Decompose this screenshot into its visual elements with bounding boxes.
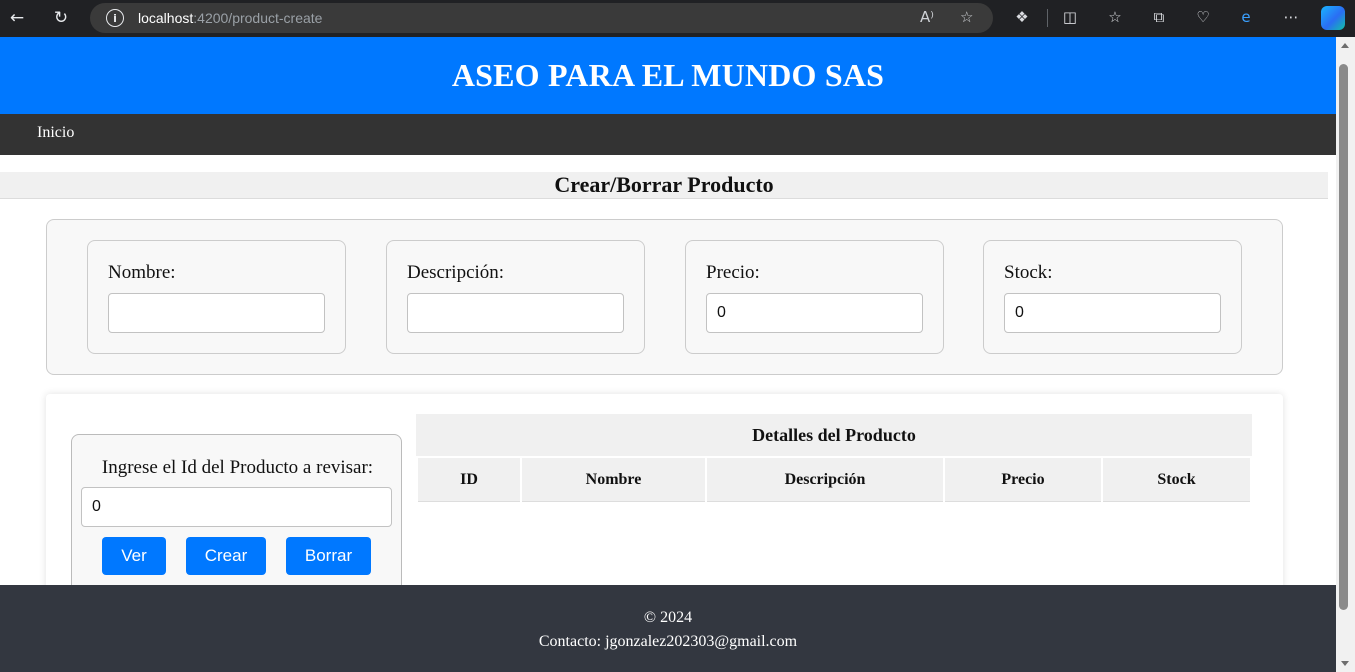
url-text: localhost:4200/product-create [138,10,323,26]
collections-icon[interactable]: ⧉ [1149,8,1169,26]
lookup-panel: Ingrese el Id del Producto a revisar: 0 … [71,434,402,604]
scrollbar-thumb[interactable] [1339,64,1348,610]
name-field-group: Nombre: [87,240,346,354]
page-viewport: ASEO PARA EL MUNDO SAS Inicio Crear/Borr… [0,37,1336,672]
price-input[interactable]: 0 [706,293,923,333]
lookup-label: Ingrese el Id del Producto a revisar: [101,457,374,478]
site-header: ASEO PARA EL MUNDO SAS [0,37,1336,114]
extensions-icon[interactable]: ❖ [1012,8,1032,26]
navbar: Inicio [0,114,1336,155]
edge-icon[interactable]: e [1236,8,1256,26]
more-options-icon[interactable]: ⋯ [1281,8,1301,26]
favorites-icon[interactable]: ☆ [1105,8,1125,26]
site-title: ASEO PARA EL MUNDO SAS [451,57,885,93]
page-scrollbar[interactable] [1336,37,1355,672]
footer-contact: Contacto: jgonzalez202303@gmail.com [538,633,798,650]
description-field-group: Descripción: [386,240,645,354]
description-label: Descripción: [407,262,505,283]
refresh-icon[interactable]: ↻ [50,7,72,29]
price-field-group: Precio: 0 [685,240,944,354]
site-footer: © 2024 Contacto: jgonzalez202303@gmail.c… [0,585,1336,672]
view-button[interactable]: Ver [102,537,166,575]
read-aloud-icon[interactable]: A⁾ [920,8,934,26]
column-header-stock: Stock [1103,458,1250,502]
address-bar[interactable]: i localhost:4200/product-create A⁾ ☆ [90,3,993,33]
stock-label: Stock: [1004,262,1053,283]
favorite-star-icon[interactable]: ☆ [960,8,973,26]
scroll-up-arrow-icon[interactable] [1341,43,1349,48]
column-header-price: Precio [945,458,1101,502]
details-table: ID Nombre Descripción Precio Stock [416,456,1252,504]
page-title: Crear/Borrar Producto [0,172,1328,199]
details-caption: Detalles del Producto [416,414,1252,456]
browser-essentials-icon[interactable]: ♡ [1193,8,1213,26]
price-label: Precio: [706,262,760,283]
create-button[interactable]: Crear [186,537,266,575]
copilot-icon[interactable] [1321,6,1345,30]
name-label: Nombre: [108,262,176,283]
delete-button[interactable]: Borrar [286,537,371,575]
toolbar-divider [1047,9,1048,27]
product-form: Nombre: Descripción: Precio: 0 Stock: 0 [46,219,1283,375]
product-id-input[interactable]: 0 [81,487,392,527]
site-info-icon[interactable]: i [106,9,124,27]
name-input[interactable] [108,293,325,333]
nav-link-home[interactable]: Inicio [37,124,74,142]
column-header-description: Descripción [707,458,943,502]
stock-input[interactable]: 0 [1004,293,1221,333]
browser-toolbar: ← ↻ i localhost:4200/product-create A⁾ ☆… [0,0,1355,37]
footer-copyright: © 2024 [643,609,693,626]
split-screen-icon[interactable]: ◫ [1060,8,1080,26]
scroll-down-arrow-icon[interactable] [1341,661,1349,666]
description-input[interactable] [407,293,624,333]
column-header-id: ID [418,458,520,502]
product-details-table: Detalles del Producto ID Nombre Descripc… [416,414,1252,504]
column-header-name: Nombre [522,458,705,502]
back-arrow-icon[interactable]: ← [6,7,28,29]
stock-field-group: Stock: 0 [983,240,1242,354]
